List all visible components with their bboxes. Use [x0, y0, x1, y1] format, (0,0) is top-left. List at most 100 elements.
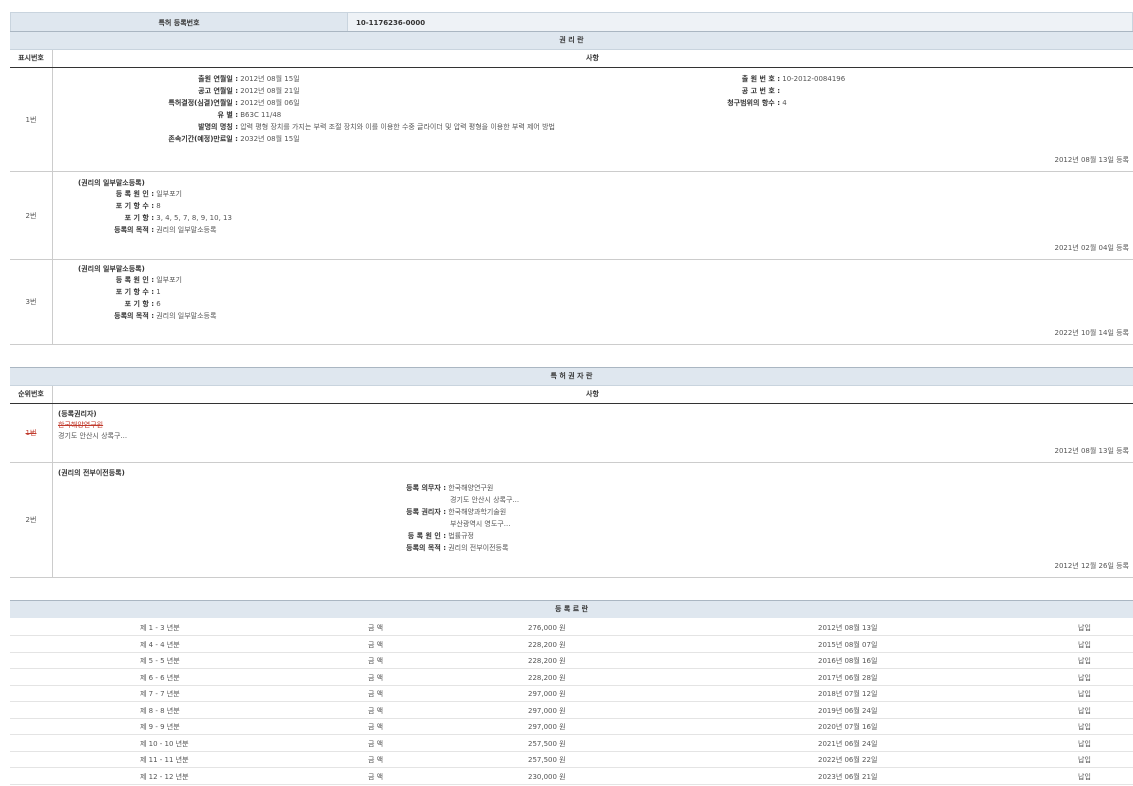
fee-paid-date: 2017년 06월 28일 — [818, 673, 877, 683]
field-label: 공고 연월일 : — [50, 86, 238, 96]
holders-section-title: 특 허 권 자 란 — [10, 367, 1133, 386]
fee-amount: 297,000 원 — [528, 706, 566, 716]
fee-paid-date: 2020년 07월 16일 — [818, 722, 877, 732]
field-value: 10-2012-0084196 — [782, 75, 845, 83]
field-value: 8 — [156, 202, 160, 210]
field-label: 포 기 항 : — [50, 299, 154, 309]
rights-section-title: 권 리 란 — [10, 31, 1133, 50]
fee-status: 납입 — [1078, 706, 1091, 716]
registration-header: 특허 등록번호 10-1176236-0000 — [10, 12, 1133, 33]
field-value: 3, 4, 5, 7, 8, 9, 10, 13 — [156, 214, 232, 222]
rights-column-header: 표시번호 사항 — [10, 50, 1133, 68]
holder-label: 등록 권리자 : — [310, 507, 446, 517]
entry-heading: (등록권리자) — [58, 409, 97, 419]
rights-entry-2: 2번 (권리의 일부말소등록) 등 록 원 인 : 일부포기포 기 항 수 : … — [10, 172, 1133, 260]
fee-amount: 257,500 원 — [528, 739, 566, 749]
fee-amount-label: 금 액 — [368, 722, 383, 732]
fee-amount-label: 금 액 — [368, 739, 383, 749]
field-value: 2032년 08월 15일 — [240, 135, 299, 143]
holders-entry-1: 1번 (등록권리자) 한국해양연구원 경기도 안산시 상록구... 2012년 … — [10, 404, 1133, 463]
entry-heading: (권리의 일부말소등록) — [78, 264, 145, 274]
fee-amount: 297,000 원 — [528, 722, 566, 732]
field-label: 등 록 원 인 : — [50, 275, 154, 285]
fee-status: 납입 — [1078, 640, 1091, 650]
fee-status: 납입 — [1078, 772, 1091, 782]
field-value: 일부포기 — [156, 276, 182, 284]
entry-number: 2번 — [10, 172, 53, 259]
entry-date: 2012년 08월 13일 등록 — [1054, 155, 1129, 165]
fee-row: 제 10 - 10 년분 금 액 257,500 원 2021년 06월 24일 납입 — [10, 735, 1133, 752]
fee-row: 제 9 - 9 년분금 액297,000 원2020년 07월 16일납입 — [10, 718, 1133, 735]
field-label: 출 원 번 호 : — [610, 74, 780, 84]
field-value: B63C 11/48 — [240, 111, 281, 119]
fee-amount: 230,000 원 — [528, 772, 566, 782]
holder-name-cancelled: 한국해양연구원 — [58, 420, 103, 430]
fee-period: 제 10 - 10 년분 — [140, 739, 189, 749]
fee-amount: 276,000 원 — [528, 623, 566, 633]
fee-period: 제 1 - 3 년분 — [140, 623, 180, 633]
fee-amount: 228,200 원 — [528, 673, 566, 683]
fee-period: 제 7 - 7 년분 — [140, 689, 180, 699]
fee-amount: 228,200 원 — [528, 656, 566, 666]
field-label: 포 기 항 수 : — [50, 201, 154, 211]
holder-address: 경기도 안산시 상록구... — [58, 431, 127, 441]
rights-entry-1: 1번 출원 연월일 : 2012년 08월 15일공고 연월일 : 2012년 … — [10, 68, 1133, 172]
field-label: 발명의 명칭 : — [50, 122, 238, 132]
field-value: 2012년 08월 06일 — [240, 99, 299, 107]
field-label: 등 록 원 인 : — [50, 189, 154, 199]
entry-date: 2012년 08월 13일 등록 — [1054, 446, 1129, 456]
entry-number: 2번 — [10, 463, 53, 577]
entry-heading: (권리의 전부이전등록) — [58, 468, 125, 478]
entry-number: 3번 — [10, 260, 53, 344]
fee-paid-date: 2015년 08월 07일 — [818, 640, 877, 650]
fee-status: 납입 — [1078, 739, 1091, 749]
obligor-label: 등록 의무자 : — [310, 483, 446, 493]
fee-row: 제 7 - 7 년분금 액297,000 원2018년 07월 12일납입 — [10, 685, 1133, 702]
fee-row: 제 8 - 8 년분금 액297,000 원2019년 06월 24일납입 — [10, 702, 1133, 719]
obligor-value: 한국해양연구원 — [448, 484, 493, 492]
fee-period: 제 11 - 11 년분 — [140, 755, 189, 765]
fee-paid-date: 2012년 08월 13일 — [818, 623, 877, 633]
obligor-address: 경기도 안산시 상록구... — [450, 495, 519, 505]
fee-paid-date: 2022년 06월 22일 — [818, 755, 877, 765]
fee-period: 제 5 - 5 년분 — [140, 656, 180, 666]
fee-row: 제 11 - 11 년분 금 액 257,500 원 2022년 06월 22일 납입 — [10, 751, 1133, 768]
fee-row: 제 4 - 4 년분금 액228,200 원2015년 08월 07일납입 — [10, 636, 1133, 653]
purpose-value: 권리의 전부이전등록 — [448, 544, 508, 552]
purpose-label: 등록의 목적 : — [310, 543, 446, 553]
field-value: 1 — [156, 288, 160, 296]
fee-status: 납입 — [1078, 755, 1091, 765]
fee-row: 제 12 - 12 년분금 액230,000 원2023년 06월 21일납입 — [10, 768, 1133, 785]
field-label: 포 기 항 : — [50, 213, 154, 223]
fee-status: 납입 — [1078, 623, 1091, 633]
entry-date: 2021년 02월 04일 등록 — [1054, 243, 1129, 253]
entry-heading: (권리의 일부말소등록) — [78, 178, 145, 188]
field-label: 등록의 목적 : — [50, 311, 154, 321]
holders-column-header: 순위번호 사항 — [10, 386, 1133, 404]
rights-entry-3: 3번 (권리의 일부말소등록) 등 록 원 인 : 일부포기포 기 항 수 : … — [10, 260, 1133, 345]
fee-status: 납입 — [1078, 656, 1091, 666]
field-label: 존속기간(예정)만료일 : — [50, 134, 238, 144]
col-rank-number: 순위번호 — [10, 386, 53, 403]
field-value: 2012년 08월 21일 — [240, 87, 299, 95]
field-label: 등록의 목적 : — [50, 225, 154, 235]
field-value: 권리의 일부말소등록 — [156, 226, 216, 234]
fee-period: 제 8 - 8 년분 — [140, 706, 180, 716]
fee-row: 제 5 - 5 년분금 액228,200 원2016년 08월 16일납입 — [10, 652, 1133, 669]
fee-period: 제 4 - 4 년분 — [140, 640, 180, 650]
field-value: 2012년 08월 15일 — [240, 75, 299, 83]
holders-entry-2: 2번 (권리의 전부이전등록) 등록 의무자 : 한국해양연구원 경기도 안산시… — [10, 463, 1133, 578]
col-detail: 사항 — [52, 50, 1133, 67]
fee-period: 제 6 - 6 년분 — [140, 673, 180, 683]
fee-paid-date: 2021년 06월 24일 — [818, 739, 877, 749]
fee-row: 제 1 - 3 년분금 액276,000 원2012년 08월 13일납입 — [10, 619, 1133, 636]
fee-paid-date: 2018년 07월 12일 — [818, 689, 877, 699]
fee-paid-date: 2019년 06월 24일 — [818, 706, 877, 716]
field-value: 4 — [782, 99, 786, 107]
fee-amount-label: 금 액 — [368, 755, 383, 765]
fee-period: 제 9 - 9 년분 — [140, 722, 180, 732]
fee-amount: 297,000 원 — [528, 689, 566, 699]
fee-amount: 257,500 원 — [528, 755, 566, 765]
field-value: 권리의 일부말소등록 — [156, 312, 216, 320]
field-value: 6 — [156, 300, 160, 308]
